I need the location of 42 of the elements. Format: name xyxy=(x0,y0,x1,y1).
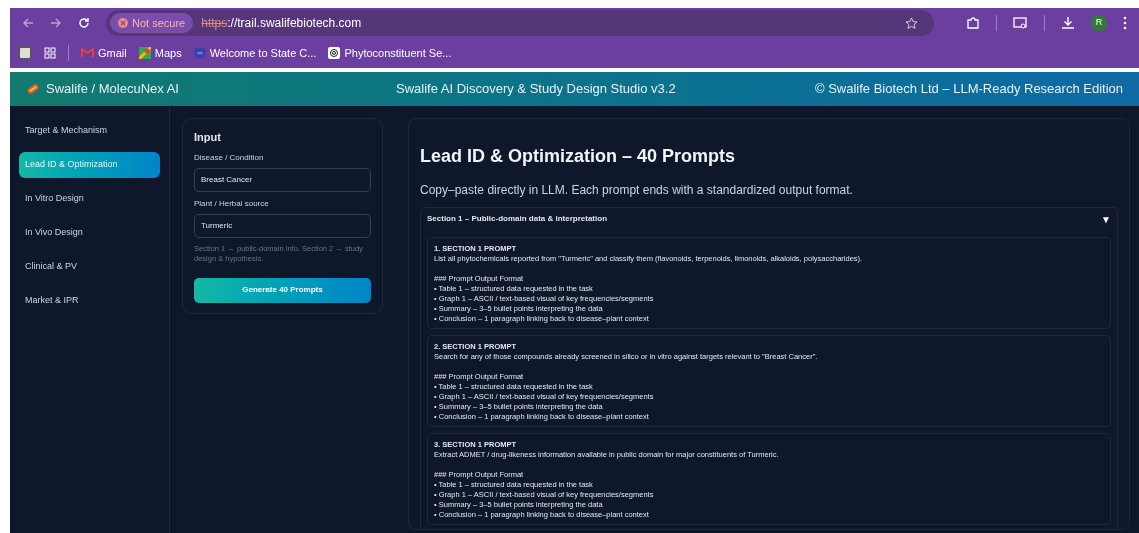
sidebar-item[interactable]: Market & IPR xyxy=(19,288,160,314)
sidebar-item[interactable]: In Vivo Design xyxy=(19,220,160,246)
capsule-icon xyxy=(26,82,40,96)
bookmark-link[interactable]: Welcome to State C... xyxy=(193,44,317,62)
page-subtitle: Copy–paste directly in LLM. Each prompt ends with a standardized output format. xyxy=(420,182,854,199)
security-chip[interactable]: Not secure xyxy=(110,13,194,33)
page-heading: Lead ID & Optimization – 40 Prompts xyxy=(420,145,737,167)
download-icon[interactable] xyxy=(1061,16,1075,30)
input-field[interactable]: Turmeric xyxy=(194,213,371,238)
bookmark-link[interactable]: Gmail xyxy=(81,44,127,62)
warning-icon xyxy=(118,18,128,28)
brand-title: Swalife / MolecuNex AI xyxy=(46,80,179,99)
puzzle-icon[interactable] xyxy=(966,16,980,30)
tab-search-button[interactable] xyxy=(18,46,32,60)
section-header[interactable]: Section 1 – Public-domain data & interpretation ▼ xyxy=(427,208,1111,230)
panel-title: Input xyxy=(194,130,222,145)
spiral-logo-icon xyxy=(328,47,341,59)
sidebar-item[interactable]: Clinical & PV xyxy=(19,254,160,280)
section-title: Section 1 – Public-domain data & interpretation xyxy=(427,213,609,225)
star-icon[interactable] xyxy=(905,16,918,30)
bookmark-link[interactable]: Maps xyxy=(138,44,182,62)
forward-icon[interactable] xyxy=(50,17,62,29)
profile-avatar[interactable]: R xyxy=(1091,15,1107,31)
field-label: Disease / Condition xyxy=(194,151,265,164)
apps-icon[interactable] xyxy=(44,47,56,59)
back-icon[interactable] xyxy=(22,17,34,29)
menu-icon[interactable] xyxy=(1123,16,1127,30)
url-text: https://trail.swalifebiotech.com xyxy=(201,15,363,32)
mail-icon xyxy=(81,48,94,58)
bookmark-link[interactable]: Phytoconstituent Se... xyxy=(328,44,452,62)
map-pin-icon xyxy=(138,47,151,59)
sidebar-item[interactable]: In Vitro Design xyxy=(19,186,160,212)
sidebar-item[interactable]: Target & Mechanism xyxy=(19,118,160,144)
input-field[interactable]: Breast Cancer xyxy=(194,167,371,192)
toggle-arrow[interactable]: ▼ xyxy=(1101,211,1111,227)
screen-search-icon[interactable] xyxy=(1013,16,1028,30)
field-label: Plant / Herbal source xyxy=(194,197,270,210)
address-bar[interactable]: Not secure https://trail.swalifebiotech.com xyxy=(106,10,934,36)
reload-icon[interactable] xyxy=(78,17,90,29)
copyright-text: © Swalife Biotech Ltd – LLM-Ready Research Edition xyxy=(815,80,1123,99)
globe-icon xyxy=(193,47,206,59)
app-title: Swalife AI Discovery & Study Design Studio v3.2 xyxy=(396,80,677,99)
